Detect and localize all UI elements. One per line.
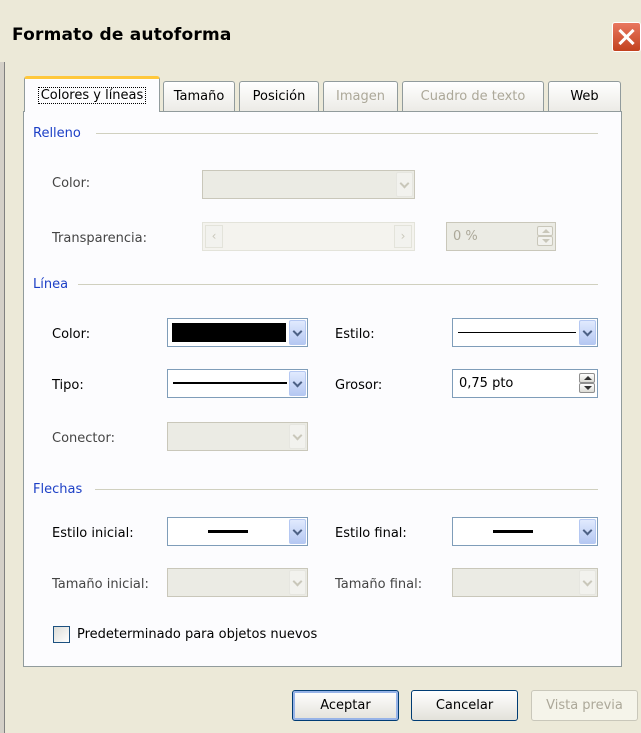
arrow-style-preview (493, 530, 533, 533)
chevron-down-icon (396, 172, 413, 197)
chevron-down-icon (579, 570, 596, 595)
spin-up-icon (537, 226, 553, 236)
estilo-final-combo[interactable] (452, 517, 598, 546)
linea-color-label: Color: (52, 327, 91, 342)
spin-buttons (537, 226, 553, 247)
chevron-right-icon: › (394, 225, 412, 248)
relleno-color-combo (202, 170, 415, 199)
default-checkbox-label[interactable]: Predeterminado para objetos nuevos (77, 627, 317, 642)
linea-estilo-combo[interactable] (452, 318, 598, 347)
linea-conector-label: Conector: (52, 431, 115, 446)
grosor-value[interactable]: 0,75 pto (459, 376, 513, 391)
transparencia-slider: ‹ › (202, 222, 415, 251)
linea-color-combo[interactable] (167, 318, 308, 347)
arrow-style-preview (208, 530, 248, 533)
default-checkbox[interactable] (53, 626, 70, 643)
linea-grosor-stepper[interactable]: 0,75 pto (452, 369, 598, 398)
aceptar-button[interactable]: Aceptar (292, 690, 399, 721)
linea-estilo-label: Estilo: (335, 327, 375, 342)
chevron-down-icon[interactable] (289, 519, 306, 544)
spin-down-icon (537, 236, 553, 246)
section-relleno-heading: Relleno (33, 126, 81, 141)
cancelar-button[interactable]: Cancelar (411, 690, 518, 721)
vista-previa-button: Vista previa (531, 690, 638, 721)
tamano-final-label: Tamaño final: (335, 577, 423, 592)
tamano-final-combo (452, 568, 598, 597)
spin-up-icon[interactable] (579, 373, 595, 383)
line-style-preview (458, 332, 576, 333)
chevron-down-icon[interactable] (579, 519, 596, 544)
transparencia-label: Transparencia: (52, 231, 147, 246)
relleno-color-label: Color: (52, 176, 91, 191)
spin-buttons[interactable] (579, 373, 595, 394)
linea-grosor-label: Grosor: (335, 378, 383, 393)
chevron-down-icon[interactable] (579, 320, 596, 345)
separator (78, 284, 598, 285)
line-dash-preview (173, 382, 287, 384)
section-linea-heading: Línea (33, 277, 69, 292)
estilo-inicial-label: Estilo inicial: (52, 526, 134, 541)
transparencia-value: 0 % (453, 229, 478, 244)
chevron-down-icon[interactable] (289, 371, 306, 396)
linea-conector-combo (167, 422, 308, 451)
linea-tipo-label: Tipo: (52, 378, 84, 393)
panel-content: Relleno Color: Transparencia: ‹ › 0 % Lí… (0, 0, 641, 733)
color-swatch (172, 323, 286, 342)
spin-down-icon[interactable] (579, 383, 595, 393)
estilo-inicial-combo[interactable] (167, 517, 308, 546)
separator (95, 489, 598, 490)
section-flechas-heading: Flechas (33, 482, 83, 497)
separator (96, 133, 598, 134)
linea-tipo-combo[interactable] (167, 369, 308, 398)
estilo-final-label: Estilo final: (335, 526, 407, 541)
chevron-down-icon[interactable] (289, 320, 306, 345)
chevron-down-icon (289, 424, 306, 449)
tamano-inicial-combo (167, 568, 308, 597)
tamano-inicial-label: Tamaño inicial: (52, 577, 149, 592)
chevron-down-icon (289, 570, 306, 595)
transparencia-stepper: 0 % (446, 222, 556, 251)
chevron-left-icon: ‹ (205, 225, 223, 248)
